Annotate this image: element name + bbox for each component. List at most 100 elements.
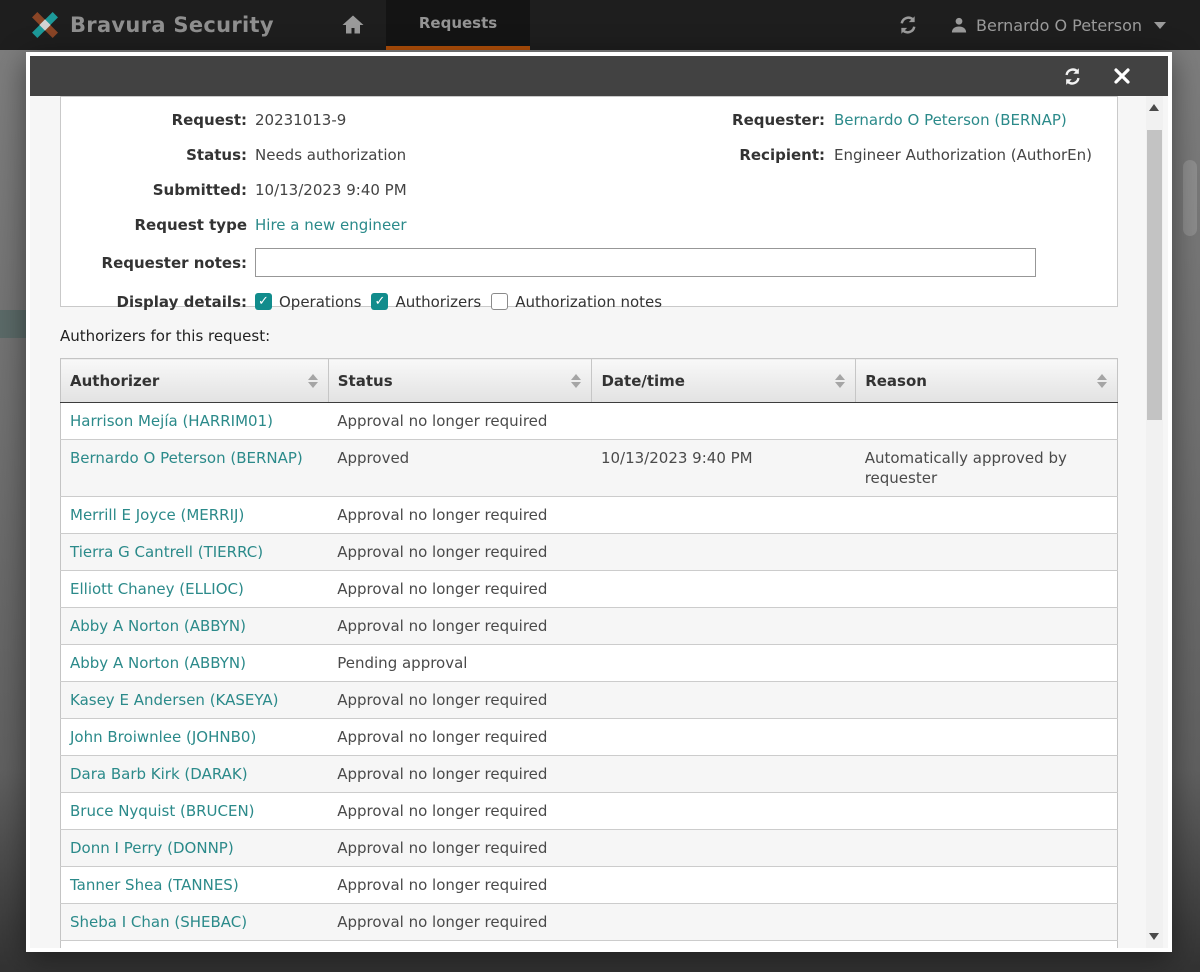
- brand[interactable]: Bravura Security: [30, 10, 274, 40]
- authorizer-link[interactable]: Tanner Shea (TANNES): [70, 876, 239, 894]
- display-options: ✓ Operations ✓ Authorizers Authorization not…: [247, 293, 662, 311]
- status-label: Status:: [186, 145, 247, 164]
- authorizer-link[interactable]: Donn I Perry (DONNP): [70, 839, 234, 857]
- status-cell: Approval no longer required: [328, 755, 592, 793]
- authorizer-link[interactable]: Merrill E Joyce (MERRIJ): [70, 506, 244, 524]
- authorizer-row: Bruce Nyquist (BRUCEN) Approval no longer…: [60, 792, 1118, 830]
- authorizer-link[interactable]: Harrison Mejía (HARRIM01): [70, 412, 273, 430]
- user-icon: [951, 17, 967, 33]
- sort-icon[interactable]: [571, 373, 582, 388]
- datetime-cell: [591, 829, 856, 867]
- nav-home[interactable]: [320, 0, 386, 50]
- display-option[interactable]: ✓ Operations: [255, 293, 361, 311]
- display-option[interactable]: ✓ Authorizers: [371, 293, 481, 311]
- column-header-reason[interactable]: Reason: [855, 358, 1118, 403]
- status-cell: Approval no longer required: [328, 570, 592, 608]
- brand-name: Bravura Security: [70, 13, 274, 37]
- scrollbar-thumb[interactable]: [1147, 130, 1162, 420]
- status-cell: Approval no longer required: [328, 866, 592, 904]
- recipient-label: Recipient:: [739, 145, 825, 164]
- authorizer-link[interactable]: Bernardo O Peterson (BERNAP): [70, 449, 303, 467]
- user-name: Bernardo O Peterson: [976, 15, 1142, 35]
- authorizer-link[interactable]: Abby A Norton (ABBYN): [70, 654, 246, 672]
- status-cell: Approval no longer required: [328, 496, 592, 534]
- request-type-label: Request type: [134, 215, 248, 234]
- checkbox-checked-icon[interactable]: ✓: [371, 293, 389, 310]
- column-header-status[interactable]: Status: [328, 358, 593, 403]
- authorizer-link[interactable]: Kasey E Andersen (KASEYA): [70, 691, 279, 709]
- status-cell: Pending approval: [328, 644, 592, 682]
- column-label: Reason: [865, 371, 927, 390]
- user-menu[interactable]: Bernardo O Peterson: [950, 16, 1166, 35]
- reason-cell: [855, 903, 1118, 941]
- reason-cell: [855, 755, 1118, 793]
- screen: Bravura Security Requests Bernardo O Pet…: [0, 0, 1200, 972]
- scroll-up-arrow-icon[interactable]: [1149, 104, 1159, 111]
- reason-cell: [855, 607, 1118, 645]
- reason-cell: [855, 792, 1118, 830]
- datetime-cell: [591, 718, 856, 756]
- top-navigation-bar: Bravura Security Requests Bernardo O Pet…: [0, 0, 1200, 50]
- authorizer-row: Harrison Mejía (HARRIM01) Approval no lon…: [60, 402, 1118, 440]
- status-cell: Approval no longer required: [328, 533, 592, 571]
- modal-scrollbar[interactable]: [1146, 96, 1163, 948]
- status-cell: Approval no longer required: [328, 829, 592, 867]
- checkbox-label: Authorizers: [395, 292, 482, 311]
- authorizers-header-row: Authorizer Status Date/time Reason: [60, 358, 1118, 403]
- reason-cell: [855, 681, 1118, 719]
- status-cell: Approval no longer required: [328, 402, 592, 440]
- datetime-cell: [591, 496, 856, 534]
- column-header-authorizer[interactable]: Authorizer: [60, 358, 329, 403]
- column-label: Authorizer: [70, 371, 160, 390]
- authorizer-link[interactable]: Tierra G Cantrell (TIERRC): [70, 543, 263, 561]
- checkbox-checked-icon[interactable]: ✓: [255, 293, 272, 310]
- authorizer-link[interactable]: Bruce Nyquist (BRUCEN): [70, 802, 255, 820]
- datetime-cell: [591, 866, 856, 904]
- request-type-link[interactable]: Hire a new engineer: [255, 216, 407, 234]
- requester-notes-label: Requester notes:: [101, 253, 247, 272]
- requester-link[interactable]: Bernardo O Peterson (BERNAP): [834, 111, 1067, 129]
- column-header-date-time[interactable]: Date/time: [591, 358, 857, 403]
- status-cell: Approved: [328, 439, 592, 497]
- datetime-cell: [591, 792, 856, 830]
- background-selected-menu-item: [0, 310, 26, 338]
- authorizer-row: Donn I Perry (DONNP) Approval no longer r…: [60, 829, 1118, 867]
- tab-requests[interactable]: Requests: [385, 0, 531, 50]
- reason-cell: [855, 829, 1118, 867]
- sort-icon[interactable]: [835, 373, 846, 388]
- status-cell: Approval no longer required: [328, 940, 592, 948]
- authorizer-link[interactable]: Dara Barb Kirk (DARAK): [70, 765, 248, 783]
- chevron-down-icon: [1154, 21, 1166, 29]
- sort-icon[interactable]: [307, 373, 318, 388]
- authorizer-link[interactable]: Abby A Norton (ABBYN): [70, 617, 246, 635]
- authorizer-row: Sheba I Chan (SHEBAC) Approval no longer …: [60, 903, 1118, 941]
- close-icon: [1114, 68, 1130, 84]
- datetime-cell: [591, 681, 856, 719]
- checkbox-unchecked-icon[interactable]: [491, 293, 509, 310]
- datetime-cell: [591, 644, 856, 682]
- home-icon: [342, 15, 364, 34]
- refresh-button[interactable]: [898, 15, 918, 35]
- authorizer-link[interactable]: Sheba I Chan (SHEBAC): [70, 913, 247, 931]
- requester-label: Requester:: [732, 110, 825, 129]
- authorizer-row: Abby A Norton (ABBYN) Approval no longer …: [60, 607, 1118, 645]
- background-page-scrollbar: [1183, 160, 1197, 236]
- display-option[interactable]: Authorization notes: [491, 293, 662, 311]
- reason-cell: [855, 496, 1118, 534]
- modal-refresh-button[interactable]: [1063, 67, 1082, 86]
- sort-icon[interactable]: [1097, 373, 1107, 388]
- reason-cell: [855, 644, 1118, 682]
- modal-close-button[interactable]: [1114, 68, 1130, 84]
- authorizer-row: Merrill E Joyce (MERRIJ) Approval no long…: [60, 496, 1118, 534]
- datetime-cell: [591, 570, 856, 608]
- authorizer-link[interactable]: Elliott Chaney (ELLIOC): [70, 580, 244, 598]
- status-cell: Approval no longer required: [328, 607, 592, 645]
- authorizer-link[interactable]: John Broiwnlee (JOHNB0): [70, 728, 256, 746]
- status-cell: Approval no longer required: [328, 792, 592, 830]
- checkbox-label: Operations: [279, 292, 362, 311]
- requester-notes-input[interactable]: [255, 248, 1036, 277]
- authorizer-row: Kasey E Andersen (KASEYA) Approval no lon…: [60, 681, 1118, 719]
- display-details-label: Display details:: [116, 292, 247, 311]
- authorizers-title: Authorizers for this request:: [60, 327, 271, 345]
- scroll-down-arrow-icon[interactable]: [1149, 933, 1159, 940]
